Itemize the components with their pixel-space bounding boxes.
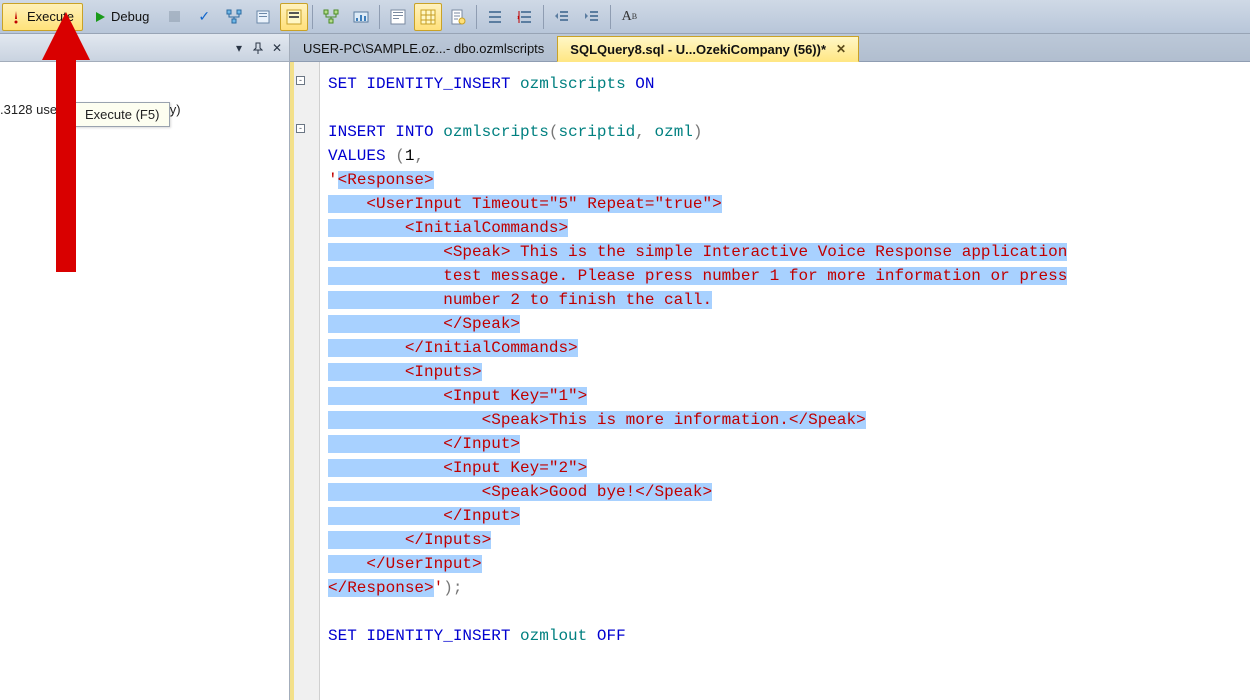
sql-editor[interactable]: SET IDENTITY_INSERT ozmlscripts ON INSER… bbox=[320, 62, 1250, 700]
intellisense-button[interactable] bbox=[280, 3, 308, 31]
comment-button[interactable] bbox=[481, 3, 509, 31]
play-icon bbox=[91, 8, 109, 26]
include-actual-plan-button[interactable] bbox=[317, 3, 345, 31]
results-to-file-button[interactable] bbox=[444, 3, 472, 31]
uncomment-icon bbox=[516, 8, 534, 26]
debug-button[interactable]: Debug bbox=[88, 3, 158, 31]
parse-button[interactable]: ✓ bbox=[190, 3, 218, 31]
results-to-grid-button[interactable] bbox=[414, 3, 442, 31]
tab-label: SQLQuery8.sql - U...OzekiCompany (56))* bbox=[570, 42, 826, 57]
toolbar-separator bbox=[379, 5, 380, 29]
check-icon: ✓ bbox=[195, 8, 213, 26]
tab-ozmlscripts[interactable]: USER-PC\SAMPLE.oz...- dbo.ozmlscripts bbox=[290, 35, 557, 61]
estimated-plan-button[interactable] bbox=[220, 3, 248, 31]
toolbar-separator bbox=[610, 5, 611, 29]
specify-values-button[interactable]: AB bbox=[615, 3, 643, 31]
fold-box-icon[interactable]: - bbox=[296, 76, 305, 85]
actual-plan-icon bbox=[322, 8, 340, 26]
toolbar-separator bbox=[476, 5, 477, 29]
intellisense-icon bbox=[285, 8, 303, 26]
editor-tabbar: USER-PC\SAMPLE.oz...- dbo.ozmlscripts SQ… bbox=[290, 34, 1250, 62]
code-gutter: - - bbox=[290, 62, 320, 700]
execute-button[interactable]: Execute bbox=[2, 3, 83, 31]
dropdown-icon[interactable]: ▾ bbox=[231, 40, 247, 56]
exclamation-icon bbox=[7, 8, 25, 26]
outdent-icon bbox=[553, 8, 571, 26]
panel-header: ▾ ✕ bbox=[0, 34, 289, 62]
main-toolbar: Execute Debug ✓ bbox=[0, 0, 1250, 34]
debug-label: Debug bbox=[111, 9, 149, 24]
include-statistics-button[interactable] bbox=[347, 3, 375, 31]
toolbar-separator bbox=[312, 5, 313, 29]
stats-icon bbox=[352, 8, 370, 26]
query-options-button[interactable] bbox=[250, 3, 278, 31]
grid-results-icon bbox=[419, 8, 437, 26]
comment-icon bbox=[486, 8, 504, 26]
toolbar-separator bbox=[543, 5, 544, 29]
tab-sqlquery8[interactable]: SQLQuery8.sql - U...OzekiCompany (56))* … bbox=[557, 36, 859, 62]
pin-icon[interactable] bbox=[250, 40, 266, 56]
indent-icon bbox=[583, 8, 601, 26]
stop-button bbox=[160, 3, 188, 31]
close-icon[interactable]: ✕ bbox=[269, 40, 285, 56]
execute-label: Execute bbox=[27, 9, 74, 24]
values-icon: AB bbox=[620, 8, 638, 26]
decrease-indent-button[interactable] bbox=[548, 3, 576, 31]
file-results-icon bbox=[449, 8, 467, 26]
close-tab-icon[interactable]: ✕ bbox=[836, 42, 846, 56]
tab-label: USER-PC\SAMPLE.oz...- dbo.ozmlscripts bbox=[303, 41, 544, 56]
object-explorer-panel: ▾ ✕ Execute (F5) .3128 user-PC\OzekiComp… bbox=[0, 34, 290, 700]
text-results-icon bbox=[389, 8, 407, 26]
results-to-text-button[interactable] bbox=[384, 3, 412, 31]
execute-tooltip: Execute (F5) bbox=[74, 102, 170, 127]
stop-icon bbox=[165, 8, 183, 26]
uncomment-button[interactable] bbox=[511, 3, 539, 31]
options-icon bbox=[255, 8, 273, 26]
plan-icon bbox=[225, 8, 243, 26]
fold-box-icon[interactable]: - bbox=[296, 124, 305, 133]
increase-indent-button[interactable] bbox=[578, 3, 606, 31]
